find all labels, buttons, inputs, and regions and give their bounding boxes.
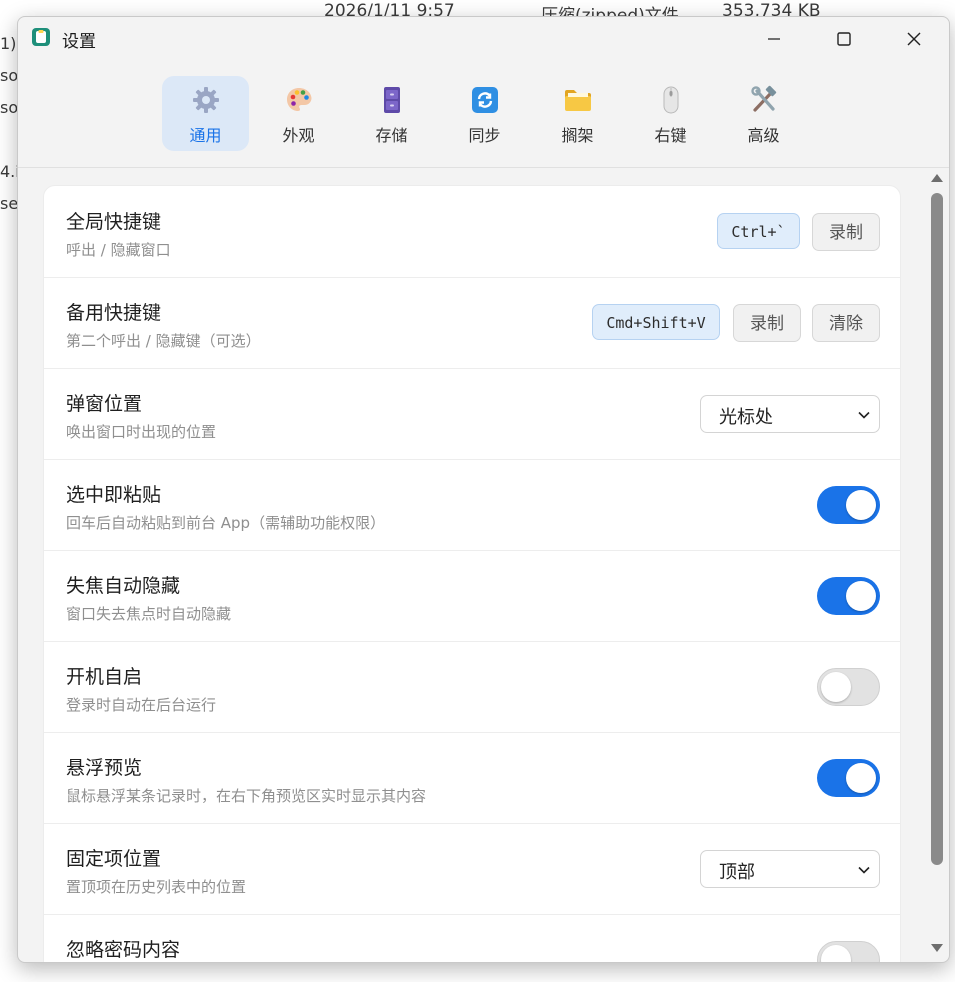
- record-button[interactable]: 录制: [812, 213, 880, 251]
- select-value: 顶部: [719, 862, 755, 883]
- toggle-knob: [846, 490, 876, 520]
- popup-position-select[interactable]: 光标处: [700, 395, 880, 433]
- hover-preview-toggle[interactable]: [817, 759, 880, 797]
- setting-row-popup-position: 弹窗位置 唤出窗口时出现的位置 光标处: [44, 368, 900, 460]
- window-title: 设置: [62, 32, 96, 52]
- clear-button[interactable]: 清除: [812, 304, 880, 342]
- palette-icon: [286, 88, 311, 111]
- setting-row-ignore-password: 忽略密码内容: [44, 914, 900, 962]
- tab-label: 同步: [468, 126, 501, 145]
- mouse-icon: [663, 86, 678, 114]
- tab-label: 外观: [282, 126, 315, 145]
- chevron-down-icon: [858, 411, 870, 419]
- setting-row-hover-preview: 悬浮预览 鼠标悬浮某条记录时，在右下角预览区实时显示其内容: [44, 732, 900, 824]
- tab-context-menu[interactable]: 右键: [627, 76, 714, 151]
- toggle-knob: [821, 945, 851, 962]
- setting-title: 弹窗位置: [66, 393, 143, 415]
- tab-general[interactable]: 通用: [162, 76, 249, 151]
- setting-subtitle: 唤出窗口时出现的位置: [66, 423, 217, 441]
- tab-label: 搁架: [561, 126, 594, 145]
- minimize-button[interactable]: [744, 17, 804, 61]
- scroll-down-icon[interactable]: [929, 941, 945, 955]
- settings-window: 设置 通用 外观 存储 同步 搁架 右键 高级 全局快捷键 呼出 / 隐藏窗口 …: [17, 16, 950, 963]
- setting-row-launch-at-login: 开机自启 登录时自动在后台运行: [44, 641, 900, 733]
- scrollbar-thumb[interactable]: [931, 193, 943, 865]
- ignore-password-toggle[interactable]: [817, 941, 880, 962]
- setting-row-paste-on-select: 选中即粘贴 回车后自动粘贴到前台 App（需辅助功能权限）: [44, 459, 900, 551]
- minimize-icon: [768, 38, 780, 40]
- setting-row-global-shortcut: 全局快捷键 呼出 / 隐藏窗口 Ctrl+` 录制: [44, 186, 900, 278]
- maximize-icon: [837, 32, 851, 46]
- setting-title: 失焦自动隐藏: [66, 575, 181, 597]
- setting-subtitle: 第二个呼出 / 隐藏键（可选）: [66, 332, 261, 350]
- tab-sync[interactable]: 同步: [441, 76, 528, 151]
- folder-icon: [564, 90, 591, 111]
- setting-title: 悬浮预览: [66, 757, 143, 779]
- close-icon: [907, 32, 921, 46]
- bg-left-3: so: [0, 98, 19, 117]
- tab-label: 通用: [189, 126, 222, 145]
- bg-left-1: 1): [0, 34, 17, 53]
- cabinet-icon: [383, 87, 400, 113]
- setting-subtitle: 置顶项在历史列表中的位置: [66, 878, 247, 896]
- record-button[interactable]: 录制: [733, 304, 801, 342]
- pinned-position-select[interactable]: 顶部: [700, 850, 880, 888]
- title-bar: 设置: [18, 17, 949, 61]
- tools-icon: [750, 85, 776, 112]
- setting-row-auto-hide: 失焦自动隐藏 窗口失去焦点时自动隐藏: [44, 550, 900, 642]
- toggle-knob: [846, 763, 876, 793]
- setting-subtitle: 登录时自动在后台运行: [66, 696, 217, 714]
- setting-title: 备用快捷键: [66, 302, 162, 324]
- gear-icon: [192, 87, 219, 113]
- toggle-knob: [821, 672, 851, 702]
- setting-title: 开机自启: [66, 666, 143, 688]
- close-button[interactable]: [884, 17, 944, 61]
- tab-storage[interactable]: 存储: [348, 76, 435, 151]
- setting-subtitle: 窗口失去焦点时自动隐藏: [66, 605, 232, 623]
- auto-hide-toggle[interactable]: [817, 577, 880, 615]
- shortcut-chip[interactable]: Ctrl+`: [717, 213, 800, 249]
- setting-title: 忽略密码内容: [66, 939, 181, 961]
- scroll-up-icon[interactable]: [929, 171, 945, 185]
- launch-at-login-toggle[interactable]: [817, 668, 880, 706]
- tab-label: 高级: [747, 126, 780, 145]
- sync-icon: [471, 87, 498, 113]
- tab-label: 右键: [654, 126, 687, 145]
- settings-card: 全局快捷键 呼出 / 隐藏窗口 Ctrl+` 录制 备用快捷键 第二个呼出 / …: [43, 185, 901, 962]
- bg-left-2: so: [0, 66, 19, 85]
- setting-row-pinned-position: 固定项位置 置顶项在历史列表中的位置 顶部: [44, 823, 900, 915]
- setting-row-backup-shortcut: 备用快捷键 第二个呼出 / 隐藏键（可选） Cmd+Shift+V 录制 清除: [44, 277, 900, 369]
- setting-subtitle: 鼠标悬浮某条记录时，在右下角预览区实时显示其内容: [66, 787, 427, 805]
- scrollbar-track[interactable]: [931, 193, 943, 933]
- tab-shelf[interactable]: 搁架: [534, 76, 621, 151]
- tab-label: 存储: [375, 126, 408, 145]
- settings-nav: 通用 外观 存储 同步 搁架 右键 高级: [18, 61, 949, 168]
- setting-title: 固定项位置: [66, 848, 162, 870]
- shortcut-chip[interactable]: Cmd+Shift+V: [592, 304, 720, 340]
- setting-subtitle: 呼出 / 隐藏窗口: [66, 241, 171, 259]
- tab-appearance[interactable]: 外观: [255, 76, 342, 151]
- setting-subtitle: 回车后自动粘贴到前台 App（需辅助功能权限）: [66, 514, 386, 532]
- settings-content: 全局快捷键 呼出 / 隐藏窗口 Ctrl+` 录制 备用快捷键 第二个呼出 / …: [18, 168, 949, 962]
- toggle-knob: [846, 581, 876, 611]
- chevron-down-icon: [858, 866, 870, 874]
- tab-advanced[interactable]: 高级: [720, 76, 807, 151]
- setting-title: 全局快捷键: [66, 211, 162, 233]
- maximize-button[interactable]: [814, 17, 874, 61]
- paste-on-select-toggle[interactable]: [817, 486, 880, 524]
- clipboard-app-icon: [32, 28, 50, 46]
- setting-title: 选中即粘贴: [66, 484, 162, 506]
- select-value: 光标处: [719, 407, 773, 428]
